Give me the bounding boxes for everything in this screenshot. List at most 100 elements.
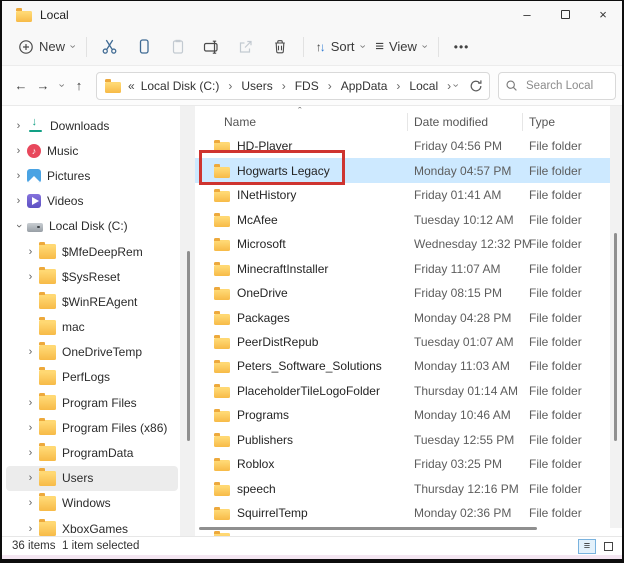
sidebar-item[interactable]: Downloads: [6, 113, 178, 138]
search-box[interactable]: [498, 72, 616, 100]
search-input[interactable]: [524, 79, 609, 93]
file-row[interactable]: INetHistory Friday 01:41 AM File folder: [195, 183, 610, 207]
breadcrumb-separator-icon[interactable]: ›: [396, 79, 400, 93]
file-row[interactable]: Microsoft Wednesday 12:32 PM File folder: [195, 232, 610, 256]
column-header-date[interactable]: Date modified: [414, 115, 488, 129]
sidebar-item[interactable]: mac: [6, 315, 178, 340]
file-row[interactable]: OneDrive Friday 08:15 PM File folder: [195, 281, 610, 305]
sidebar-item-icon: [39, 446, 56, 461]
sidebar-item[interactable]: $MfeDeepRem: [6, 239, 178, 264]
breadcrumb-label[interactable]: Local: [407, 77, 440, 95]
sidebar-item[interactable]: Music: [6, 138, 178, 163]
view-button[interactable]: ≡ View ›: [369, 32, 431, 62]
up-button[interactable]: ↑: [68, 73, 90, 99]
horizontal-scrollbar-thumb[interactable]: [199, 527, 537, 530]
tree-chevron-icon[interactable]: [24, 321, 37, 333]
file-row[interactable]: Programs Monday 10:46 AM File folder: [195, 403, 610, 427]
file-row[interactable]: Peters_Software_Solutions Monday 11:03 A…: [195, 354, 610, 378]
sort-button[interactable]: ↑↓ Sort ›: [310, 32, 370, 62]
rename-button[interactable]: [195, 32, 229, 62]
tree-chevron-icon[interactable]: [24, 447, 37, 459]
sidebar-item[interactable]: XboxGames: [6, 516, 178, 536]
tree-chevron-icon[interactable]: [24, 246, 37, 258]
tree-chevron-icon[interactable]: [24, 472, 37, 484]
file-name: OneDrive: [237, 286, 288, 300]
tree-chevron-icon[interactable]: [24, 422, 37, 434]
close-button[interactable]: ×: [584, 1, 622, 28]
details-view-toggle[interactable]: ≡: [578, 539, 596, 554]
column-divider[interactable]: [407, 113, 408, 131]
back-button[interactable]: ←: [10, 73, 32, 99]
sidebar-scrollbar-thumb[interactable]: [187, 251, 190, 441]
tree-chevron-icon[interactable]: [24, 271, 37, 283]
sidebar-scrollbar-track[interactable]: [180, 106, 195, 536]
breadcrumb-label[interactable]: FDS: [293, 77, 321, 95]
file-row[interactable]: PlaceholderTileLogoFolder Thursday 01:14…: [195, 379, 610, 403]
breadcrumb-item[interactable]: FDS ›: [293, 77, 339, 95]
breadcrumb-item[interactable]: AppData ›: [339, 77, 408, 95]
delete-button[interactable]: [263, 32, 297, 62]
tree-chevron-icon[interactable]: [24, 523, 37, 535]
more-options-button[interactable]: •••: [445, 32, 479, 62]
tree-chevron-icon[interactable]: [12, 195, 25, 207]
file-row[interactable]: speech Thursday 12:16 PM File folder: [195, 477, 610, 501]
column-header-type[interactable]: Type: [529, 115, 555, 129]
breadcrumb-label[interactable]: Local Disk (C:): [139, 77, 222, 95]
breadcrumb-label[interactable]: Users: [239, 77, 274, 95]
vertical-scrollbar-thumb[interactable]: [614, 233, 617, 441]
file-date-modified: Monday 10:46 AM: [414, 408, 511, 422]
file-row[interactable]: Roblox Friday 03:25 PM File folder: [195, 452, 610, 476]
sidebar-item[interactable]: Videos: [6, 189, 178, 214]
sidebar-item[interactable]: ProgramData: [6, 440, 178, 465]
share-button[interactable]: [229, 32, 263, 62]
copy-button[interactable]: [127, 32, 161, 62]
tree-chevron-icon[interactable]: [24, 296, 37, 308]
tree-chevron-icon[interactable]: [12, 220, 25, 232]
vertical-scrollbar-track[interactable]: [610, 106, 622, 528]
breadcrumb-separator-icon[interactable]: ›: [282, 79, 286, 93]
tree-chevron-icon[interactable]: [24, 397, 37, 409]
file-row[interactable]: PeerDistRepub Tuesday 01:07 AM File fold…: [195, 330, 610, 354]
breadcrumb-separator-icon[interactable]: ›: [228, 79, 232, 93]
tree-chevron-icon[interactable]: [24, 346, 37, 358]
sidebar-item[interactable]: $WinREAgent: [6, 289, 178, 314]
maximize-button[interactable]: [546, 1, 584, 28]
tree-chevron-icon[interactable]: [24, 371, 37, 383]
column-divider[interactable]: [522, 113, 523, 131]
recent-locations-chevron[interactable]: ›: [54, 73, 68, 99]
large-icons-view-toggle[interactable]: [599, 539, 617, 554]
sidebar-item[interactable]: Local Disk (C:): [6, 214, 178, 239]
breadcrumb-overflow-icon[interactable]: «: [128, 79, 135, 93]
address-dropdown-chevron-icon[interactable]: ›: [450, 84, 461, 88]
refresh-icon[interactable]: [469, 79, 483, 93]
forward-button[interactable]: →: [32, 73, 54, 99]
sidebar-item[interactable]: OneDriveTemp: [6, 340, 178, 365]
sidebar-item[interactable]: PerfLogs: [6, 365, 178, 390]
cut-button[interactable]: [93, 32, 127, 62]
sidebar-item[interactable]: Program Files (x86): [6, 415, 178, 440]
file-row[interactable]: Publishers Tuesday 12:55 PM File folder: [195, 428, 610, 452]
breadcrumb-separator-icon[interactable]: ›: [328, 79, 332, 93]
breadcrumb-label[interactable]: AppData: [339, 77, 390, 95]
file-row[interactable]: SquirrelTemp Monday 02:36 PM File folder: [195, 501, 610, 525]
file-row[interactable]: Packages Monday 04:28 PM File folder: [195, 305, 610, 329]
address-breadcrumb-box[interactable]: « Local Disk (C:) › Users › FDS: [96, 72, 490, 100]
tree-chevron-icon[interactable]: [12, 145, 25, 157]
new-button[interactable]: New ›: [12, 32, 80, 62]
minimize-button[interactable]: –: [508, 1, 546, 28]
breadcrumb-item[interactable]: Local Disk (C:) ›: [139, 77, 240, 95]
sidebar-item[interactable]: Program Files: [6, 390, 178, 415]
file-row[interactable]: McAfee Tuesday 10:12 AM File folder: [195, 207, 610, 231]
breadcrumb-item[interactable]: Users ›: [239, 77, 292, 95]
sidebar-item[interactable]: Users: [6, 466, 178, 491]
tree-chevron-icon[interactable]: [12, 120, 25, 132]
large-icons-view-icon: [604, 542, 613, 551]
sidebar-item[interactable]: Pictures: [6, 163, 178, 188]
file-row[interactable]: MinecraftInstaller Friday 11:07 AM File …: [195, 256, 610, 280]
paste-button[interactable]: [161, 32, 195, 62]
sidebar-item[interactable]: $SysReset: [6, 264, 178, 289]
tree-chevron-icon[interactable]: [12, 170, 25, 182]
tree-chevron-icon[interactable]: [24, 497, 37, 509]
sidebar-item[interactable]: Windows: [6, 491, 178, 516]
column-header-name[interactable]: Name: [224, 115, 256, 129]
